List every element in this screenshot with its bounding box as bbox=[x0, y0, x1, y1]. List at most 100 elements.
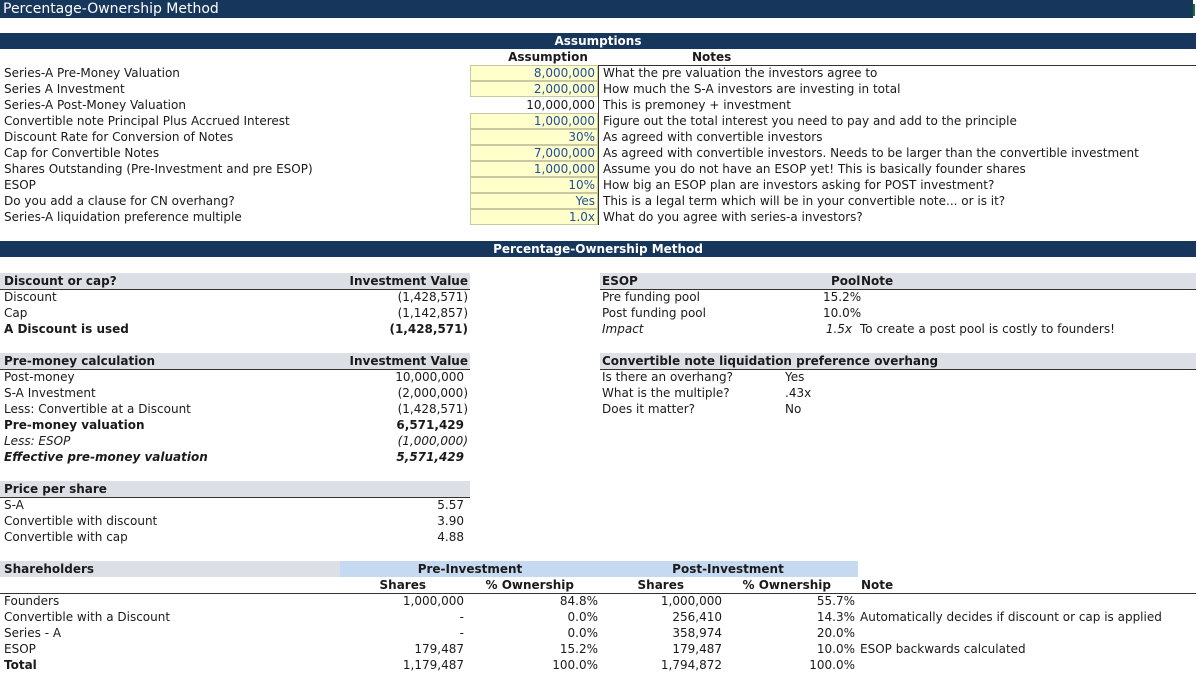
esop-pre-pool-value: 15.2% bbox=[823, 290, 862, 304]
esop-header-bg bbox=[600, 273, 1196, 289]
price-sa-label: S-A bbox=[4, 498, 24, 512]
sa-investment-value: (2,000,000) bbox=[397, 386, 468, 400]
effective-premoney-label: Effective pre-money valuation bbox=[4, 450, 208, 464]
shareholder-label: Series - A bbox=[4, 626, 62, 640]
assumption-label: Discount Rate for Conversion of Notes bbox=[4, 130, 234, 144]
assumption-value[interactable]: 30% bbox=[470, 129, 595, 145]
assumption-label: Convertible note Principal Plus Accrued … bbox=[4, 114, 290, 128]
pre-investment-header: Pre-Investment bbox=[417, 562, 523, 576]
post-investment-header: Post-Investment bbox=[672, 562, 784, 576]
assumption-label: Cap for Convertible Notes bbox=[4, 146, 160, 160]
pre-shares-col: Shares bbox=[379, 578, 426, 592]
shareholder-note: ESOP backwards calculated bbox=[860, 642, 1026, 656]
assumption-note: This is a legal term which will be in yo… bbox=[603, 194, 1006, 208]
post-own-value: 10.0% bbox=[816, 642, 855, 656]
assumption-value[interactable]: 1,000,000 bbox=[470, 161, 595, 177]
postmoney-label: Post-money bbox=[4, 370, 75, 384]
post-shares-value: 256,410 bbox=[672, 610, 722, 624]
price-sa-value: 5.57 bbox=[437, 498, 464, 512]
method-header: Percentage-Ownership Method bbox=[0, 241, 1196, 257]
assumption-label: Series-A Pre-Money Valuation bbox=[4, 66, 180, 80]
assumption-value[interactable]: 2,000,000 bbox=[470, 81, 595, 97]
pre-shares-value: 1,179,487 bbox=[402, 658, 464, 672]
esop-post-pool-label: Post funding pool bbox=[602, 306, 706, 320]
assumption-note: This is premoney + investment bbox=[603, 98, 791, 112]
assumption-note: Figure out the total interest you need t… bbox=[603, 114, 1017, 128]
overhang-header: Convertible note liquidation preference … bbox=[602, 354, 939, 368]
assumptions-col-assumption: Assumption bbox=[508, 50, 588, 64]
less-esop-label: Less: ESOP bbox=[4, 434, 71, 448]
assumption-label: Series-A Post-Money Valuation bbox=[4, 98, 186, 112]
assumption-value[interactable]: 7,000,000 bbox=[470, 145, 595, 161]
sa-investment-label: S-A Investment bbox=[4, 386, 96, 400]
pre-shares-value: 179,487 bbox=[414, 642, 464, 656]
esop-col-note: Note bbox=[861, 274, 894, 288]
esop-header: ESOP bbox=[602, 274, 638, 288]
assumption-value[interactable]: 10% bbox=[470, 177, 595, 193]
pre-own-value: 0.0% bbox=[567, 626, 599, 640]
discount-used-value: (1,428,571) bbox=[389, 322, 468, 336]
less-esop-value: (1,000,000) bbox=[397, 434, 468, 448]
shareholder-label: Founders bbox=[4, 594, 60, 608]
cell-cursor-marker bbox=[1193, 4, 1195, 16]
overhang-matter-value: No bbox=[785, 402, 802, 416]
assumption-note: What the pre valuation the investors agr… bbox=[603, 66, 878, 80]
discount-label: Discount bbox=[4, 290, 57, 304]
post-shares-value: 1,794,872 bbox=[660, 658, 722, 672]
premoney-valuation-value: 6,571,429 bbox=[396, 418, 464, 432]
price-cap-value: 4.88 bbox=[437, 530, 464, 544]
cap-value: (1,142,857) bbox=[397, 306, 468, 320]
esop-post-pool-value: 10.0% bbox=[823, 306, 862, 320]
pre-shares-value: - bbox=[459, 626, 464, 640]
pre-shares-value: 1,000,000 bbox=[402, 594, 464, 608]
assumption-note: As agreed with convertible investors. Ne… bbox=[603, 146, 1139, 160]
post-shares-col: Shares bbox=[637, 578, 684, 592]
assumptions-divider bbox=[598, 65, 599, 225]
assumption-note: How big an ESOP plan are investors askin… bbox=[603, 178, 995, 192]
less-convertible-label: Less: Convertible at a Discount bbox=[4, 402, 191, 416]
assumptions-col-notes: Notes bbox=[692, 50, 732, 64]
overhang-matter-label: Does it matter? bbox=[602, 402, 696, 416]
overhang-multiple-label: What is the multiple? bbox=[602, 386, 730, 400]
assumption-value[interactable]: Yes bbox=[470, 193, 595, 209]
assumption-value[interactable]: 1,000,000 bbox=[470, 113, 595, 129]
shareholders-note-col: Note bbox=[861, 578, 894, 592]
overhang-is-there-label: Is there an overhang? bbox=[602, 370, 734, 384]
assumption-note: As agreed with convertible investors bbox=[603, 130, 823, 144]
esop-impact-note: To create a post pool is costly to found… bbox=[860, 322, 1115, 336]
assumption-note: Assume you do not have an ESOP yet! This… bbox=[603, 162, 1026, 176]
assumption-note: How much the S-A investors are investing… bbox=[603, 82, 901, 96]
assumption-value[interactable]: 8,000,000 bbox=[470, 65, 595, 81]
assumptions-header: Assumptions bbox=[0, 33, 1196, 49]
assumption-label: ESOP bbox=[4, 178, 36, 192]
assumption-value[interactable]: 1.0x bbox=[470, 209, 595, 225]
shareholder-label: Total bbox=[4, 658, 37, 672]
assumption-label: Shares Outstanding (Pre-Investment and p… bbox=[4, 162, 313, 176]
esop-impact-value: 1.5x bbox=[825, 322, 852, 336]
assumption-label: Series A Investment bbox=[4, 82, 125, 96]
price-header: Price per share bbox=[4, 482, 107, 496]
esop-impact-label: Impact bbox=[602, 322, 644, 336]
postmoney-value: 10,000,000 bbox=[395, 370, 464, 384]
post-shares-value: 1,000,000 bbox=[660, 594, 722, 608]
pre-own-col: % Ownership bbox=[485, 578, 574, 592]
shareholder-label: ESOP bbox=[4, 642, 36, 656]
less-convertible-value: (1,428,571) bbox=[397, 402, 468, 416]
pre-own-value: 0.0% bbox=[567, 610, 599, 624]
premoney-header: Pre-money calculation bbox=[4, 354, 156, 368]
discount-value: (1,428,571) bbox=[397, 290, 468, 304]
post-own-value: 100.0% bbox=[809, 658, 855, 672]
discount-cap-header: Discount or cap? bbox=[4, 274, 117, 288]
assumption-label: Series-A liquidation preference multiple bbox=[4, 210, 242, 224]
price-discount-value: 3.90 bbox=[437, 514, 464, 528]
post-own-value: 20.0% bbox=[816, 626, 855, 640]
pre-own-value: 15.2% bbox=[559, 642, 598, 656]
price-discount-label: Convertible with discount bbox=[4, 514, 158, 528]
sheet-title: Percentage-Ownership Method bbox=[0, 0, 1193, 18]
pre-own-value: 84.8% bbox=[559, 594, 598, 608]
post-own-value: 14.3% bbox=[816, 610, 855, 624]
shareholder-label: Convertible with a Discount bbox=[4, 610, 171, 624]
post-own-col: % Ownership bbox=[742, 578, 831, 592]
pre-shares-value: - bbox=[459, 610, 464, 624]
shareholders-header: Shareholders bbox=[4, 562, 95, 576]
